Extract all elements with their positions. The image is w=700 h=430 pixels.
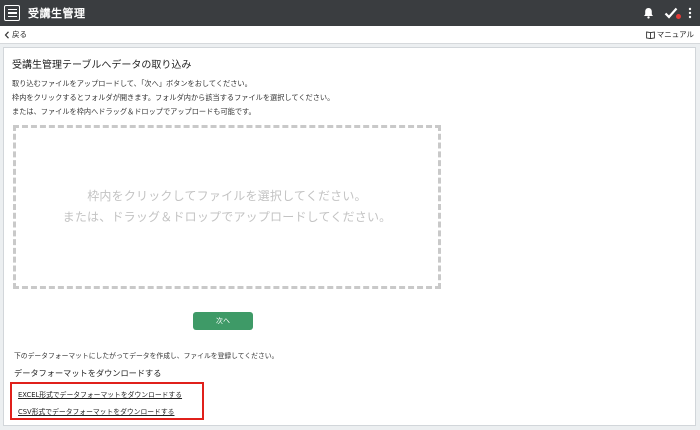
instruction-line: 取り込むファイルをアップロードして、「次へ」ボタンをおしてください。 — [12, 79, 252, 88]
notification-dot — [676, 14, 681, 19]
more-vertical-icon[interactable] — [688, 7, 692, 19]
next-button[interactable]: 次へ — [193, 312, 253, 330]
chevron-left-icon — [4, 30, 9, 39]
page-title: 受講生管理テーブルへデータの取り込み — [12, 60, 192, 71]
app-title: 受講生管理 — [28, 7, 86, 20]
instruction-line: または、ファイルを枠内へドラッグ＆ドロップでアップロードも可能です。 — [12, 107, 256, 116]
drop-zone-text: または、ドラッグ＆ドロップでアップロードしてください。 — [62, 210, 392, 224]
book-icon — [645, 30, 655, 39]
checkmark-icon[interactable] — [664, 7, 681, 19]
format-note: 下のデータフォーマットにしたがってデータを作成し、ファイルを登録してください。 — [14, 352, 279, 360]
excel-download-link[interactable]: EXCEL形式でデータフォーマットをダウンロードする — [18, 389, 182, 399]
download-section-heading: データフォーマットをダウンロードする — [14, 368, 162, 378]
hamburger-menu-icon[interactable] — [4, 5, 20, 21]
manual-link[interactable]: マニュアル — [645, 29, 694, 40]
csv-download-link[interactable]: CSV形式でデータフォーマットをダウンロードする — [18, 406, 174, 416]
sub-navigation-bar: 戻る マニュアル — [0, 26, 700, 44]
bell-icon[interactable] — [643, 7, 654, 19]
instruction-line: 枠内をクリックするとフォルダが開きます。フォルダ内から該当するファイルを選択して… — [12, 93, 335, 102]
file-drop-zone[interactable]: 枠内をクリックしてファイルを選択してください。 または、ドラッグ＆ドロップでアッ… — [13, 125, 441, 289]
top-bar-actions — [643, 7, 692, 19]
drop-zone-text: 枠内をクリックしてファイルを選択してください。 — [87, 189, 367, 203]
top-app-bar: 受講生管理 — [0, 0, 700, 26]
import-panel: 受講生管理テーブルへデータの取り込み 取り込むファイルをアップロードして、「次へ… — [3, 47, 696, 426]
back-label: 戻る — [12, 30, 27, 39]
manual-label: マニュアル — [656, 30, 694, 39]
back-button[interactable]: 戻る — [4, 29, 27, 40]
